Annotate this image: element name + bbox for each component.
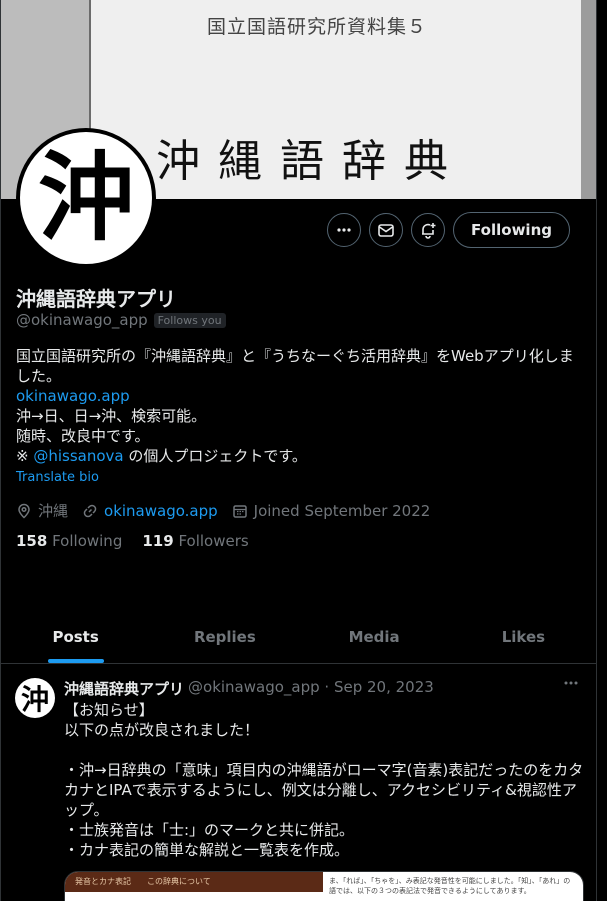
banner-subtitle: 国立国語研究所資料集５ [207,16,428,38]
active-tab-indicator [47,659,104,663]
following-button[interactable]: Following [453,212,570,248]
more-icon [337,228,351,232]
bio-prefix: ※ [16,447,34,465]
location-item: 沖縄 [16,500,68,521]
tab-likes[interactable]: Likes [449,612,596,663]
profile-handle: @okinawago_app [16,311,148,329]
post-media[interactable]: 発音とカナ表記 この辞典について ま、「れば」、「ちゃを」、み表記な発音性を可能… [64,871,584,901]
post-body: 【お知らせ】 以下の点が改良されました！ ・沖→日辞典の「意味」項目内の沖縄語が… [64,701,584,859]
bell-plus-icon [422,223,436,239]
followers-count: 119 [142,532,174,550]
media-image-header: 発音とカナ表記 この辞典について [65,872,323,892]
banner-title: 沖縄語辞典 [156,136,466,187]
bio-line: 随時、改良中です。 [16,427,150,445]
following-count: 158 [16,532,48,550]
followers-count-link[interactable]: 119 Followers [142,532,248,550]
envelope-icon [378,224,394,237]
location-pin-icon [18,503,30,519]
profile-meta: 沖縄 okinawago.app Joined September 2022 [16,500,430,521]
profile-bio: 国立国語研究所の『沖縄語辞典』と『うちなーぐち活用辞典』をWebアプリ化しました… [16,346,586,488]
bio-suffix: の個人プロジェクトです。 [123,447,307,465]
profile-actions: Following [327,212,570,248]
post-avatar[interactable]: 沖 [15,678,55,718]
tab-media[interactable]: Media [300,612,449,663]
bio-line: ※ @hissanova の個人プロジェクトです。 [16,446,586,466]
translate-bio-link[interactable]: Translate bio [16,468,586,488]
joined-text: Joined September 2022 [253,501,431,520]
avatar-glyph: 沖 [38,141,134,254]
website-link[interactable]: okinawago.app [104,502,218,520]
post-author-name[interactable]: 沖縄語辞典アプリ [64,678,184,699]
bio-line: 国立国語研究所の『沖縄語辞典』と『うちなーぐち活用辞典』をWebアプリ化しました… [16,347,574,385]
handle-row: @okinawago_app Follows you [16,311,226,329]
media-image-1[interactable]: 発音とカナ表記 この辞典について [65,872,323,901]
profile-page: 国立国語研究所資料集５ 沖縄語辞典 沖 Following 沖縄語辞典アプリ @… [0,0,597,901]
media-image-2[interactable]: ま、「れば」、「ちゃを」、み表記な発音性を可能にしました。「知」、「あれ」の語で… [323,872,583,901]
joined-item: Joined September 2022 [232,501,431,520]
bio-line: 沖→日、日→沖、検索可能。 [16,407,207,425]
profile-tabs: Posts Replies Media Likes [1,612,596,664]
tab-label: Replies [193,628,256,646]
profile-name: 沖縄語辞典アプリ [16,287,176,311]
location-text: 沖縄 [38,502,69,520]
tab-posts[interactable]: Posts [1,612,150,663]
tab-label: Media [348,628,400,646]
tab-label: Posts [52,628,99,646]
more-icon [564,681,578,685]
more-button[interactable] [327,213,362,247]
followers-label: Followers [178,532,249,550]
following-label: Following [52,532,123,550]
message-button[interactable] [369,213,404,247]
tab-label: Likes [501,628,546,646]
avatar-image: 沖 [20,132,152,264]
bio-mention-link[interactable]: @hissanova [33,447,123,465]
tab-replies[interactable]: Replies [150,612,299,663]
post-header: 沖縄語辞典アプリ @okinawago_app · Sep 20, 2023 [64,678,434,699]
following-count-link[interactable]: 158 Following [16,532,122,550]
notify-button[interactable] [411,213,446,247]
post-meta[interactable]: @okinawago_app · Sep 20, 2023 [188,678,434,699]
follow-counts: 158 Following 119 Followers [16,532,249,550]
follows-you-badge: Follows you [153,312,226,328]
post-avatar-glyph: 沖 [20,683,49,716]
banner-edge-right [581,0,596,199]
avatar[interactable]: 沖 [16,128,156,268]
website-item[interactable]: okinawago.app [82,502,218,520]
bio-website-link[interactable]: okinawago.app [16,386,586,406]
link-icon [83,504,97,517]
post-more-button[interactable] [562,674,580,697]
calendar-icon [232,504,247,518]
